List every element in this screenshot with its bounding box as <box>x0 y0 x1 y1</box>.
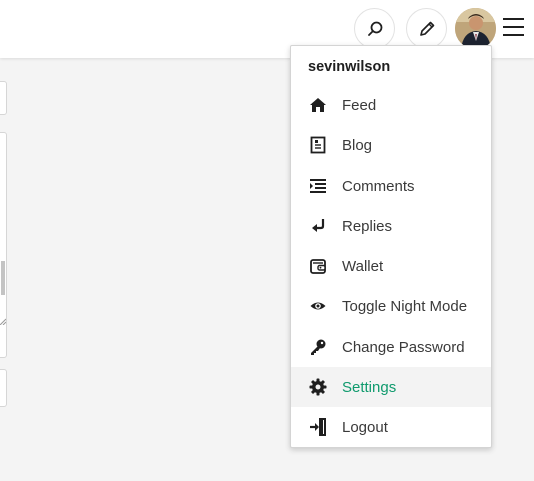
comments-icon <box>308 176 328 196</box>
user-dropdown-menu: sevinwilson Feed Blog Comments Replies W… <box>290 45 492 448</box>
menu-item-change-password[interactable]: Change Password <box>291 327 491 367</box>
avatar-image <box>455 8 496 49</box>
menu-item-settings[interactable]: Settings <box>291 367 491 407</box>
user-avatar[interactable] <box>455 8 496 49</box>
pencil-icon <box>419 21 434 36</box>
menu-item-logout[interactable]: Logout <box>291 407 491 447</box>
menu-item-comments[interactable]: Comments <box>291 166 491 206</box>
menu-item-label: Logout <box>342 418 388 436</box>
menu-item-label: Toggle Night Mode <box>342 297 468 315</box>
logout-icon <box>308 417 328 437</box>
write-post-button[interactable] <box>406 8 447 49</box>
left-textarea-fragment <box>0 132 7 358</box>
search-icon <box>367 21 382 36</box>
left-field-fragment <box>0 369 7 407</box>
blog-icon <box>308 135 328 155</box>
menu-item-label: Settings <box>342 378 397 396</box>
menu-item-feed[interactable]: Feed <box>291 85 491 125</box>
dropdown-username: sevinwilson <box>308 59 391 75</box>
menu-item-blog[interactable]: Blog <box>291 125 491 165</box>
menu-item-label: Comments <box>342 177 415 195</box>
menu-item-label: Wallet <box>342 257 384 275</box>
menu-item-toggle-night-mode[interactable]: Toggle Night Mode <box>291 286 491 326</box>
menu-item-label: Feed <box>342 96 377 114</box>
home-icon <box>308 95 328 115</box>
textarea-scrollbar-thumb[interactable] <box>1 261 5 295</box>
reply-icon <box>308 216 328 236</box>
resize-handle-icon[interactable] <box>0 317 6 325</box>
menu-item-label: Blog <box>342 136 373 154</box>
hamburger-menu-icon[interactable] <box>503 18 524 36</box>
menu-item-replies[interactable]: Replies <box>291 206 491 246</box>
gear-icon <box>308 377 328 397</box>
wallet-icon <box>308 256 328 276</box>
key-icon <box>308 337 328 357</box>
left-input-fragment <box>0 81 7 115</box>
eye-icon <box>308 296 328 316</box>
menu-item-label: Change Password <box>342 338 465 356</box>
search-button[interactable] <box>354 8 395 49</box>
menu-item-label: Replies <box>342 217 393 235</box>
menu-item-wallet[interactable]: Wallet <box>291 246 491 286</box>
